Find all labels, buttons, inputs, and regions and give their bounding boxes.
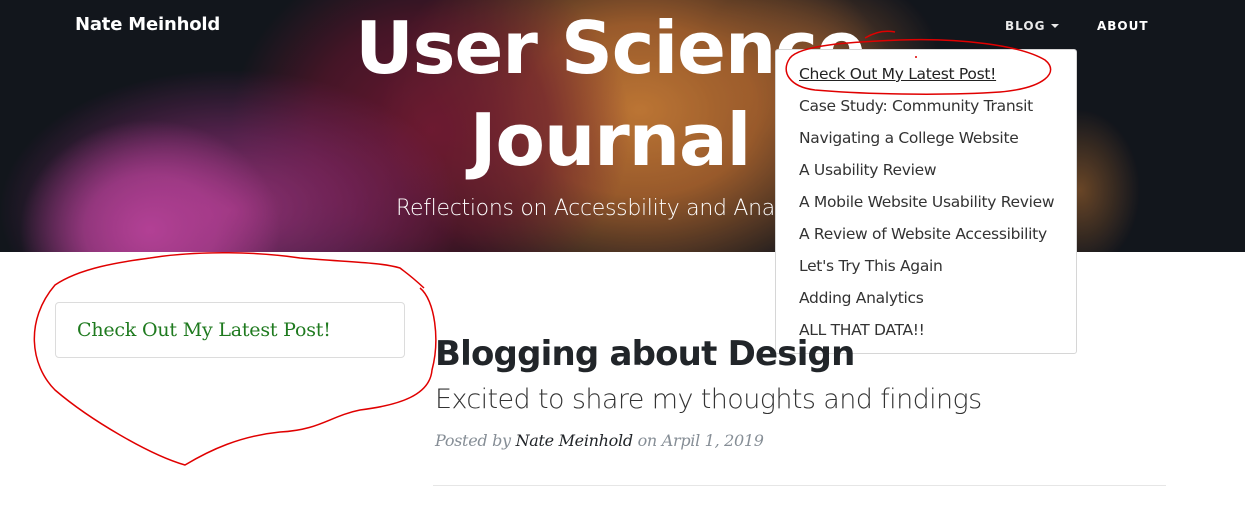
dropdown-item-latest-post[interactable]: Check Out My Latest Post!: [776, 58, 1076, 90]
brand-link[interactable]: Nate Meinhold: [75, 14, 220, 35]
post-meta-mid: on: [637, 431, 658, 450]
post-title[interactable]: Blogging about Design: [435, 334, 855, 374]
caret-down-icon: [1051, 24, 1060, 28]
latest-post-link[interactable]: Check Out My Latest Post!: [77, 319, 331, 341]
post-meta: Posted by Nate Meinhold on Arpil 1, 2019: [435, 431, 764, 450]
post-date: Arpil 1, 2019: [661, 431, 764, 450]
post-subtitle: Excited to share my thoughts and finding…: [435, 384, 982, 415]
dropdown-item-usability-review[interactable]: A Usability Review: [776, 154, 1076, 186]
annotation-circle-latest-box: [33, 251, 437, 466]
dropdown-item-mobile-usability[interactable]: A Mobile Website Usability Review: [776, 186, 1076, 218]
post-author-link[interactable]: Nate Meinhold: [516, 431, 634, 450]
nav-blog-dropdown-toggle[interactable]: BLOG: [1005, 19, 1060, 33]
dropdown-item-case-study[interactable]: Case Study: Community Transit: [776, 90, 1076, 122]
dropdown-item-accessibility-review[interactable]: A Review of Website Accessibility: [776, 218, 1076, 250]
site-subtitle: Reflections on Accessbility and Analytic…: [396, 196, 831, 221]
nav-about-link[interactable]: ABOUT: [1097, 19, 1149, 33]
latest-post-card: Check Out My Latest Post!: [55, 302, 405, 358]
blog-dropdown-menu: Check Out My Latest Post! Case Study: Co…: [775, 49, 1077, 354]
dropdown-item-try-again[interactable]: Let's Try This Again: [776, 250, 1076, 282]
post-meta-prefix: Posted by: [435, 431, 511, 450]
nav-blog-label: BLOG: [1005, 19, 1046, 33]
dropdown-item-college-website[interactable]: Navigating a College Website: [776, 122, 1076, 154]
dropdown-item-adding-analytics[interactable]: Adding Analytics: [776, 282, 1076, 314]
post-divider: [433, 485, 1166, 486]
